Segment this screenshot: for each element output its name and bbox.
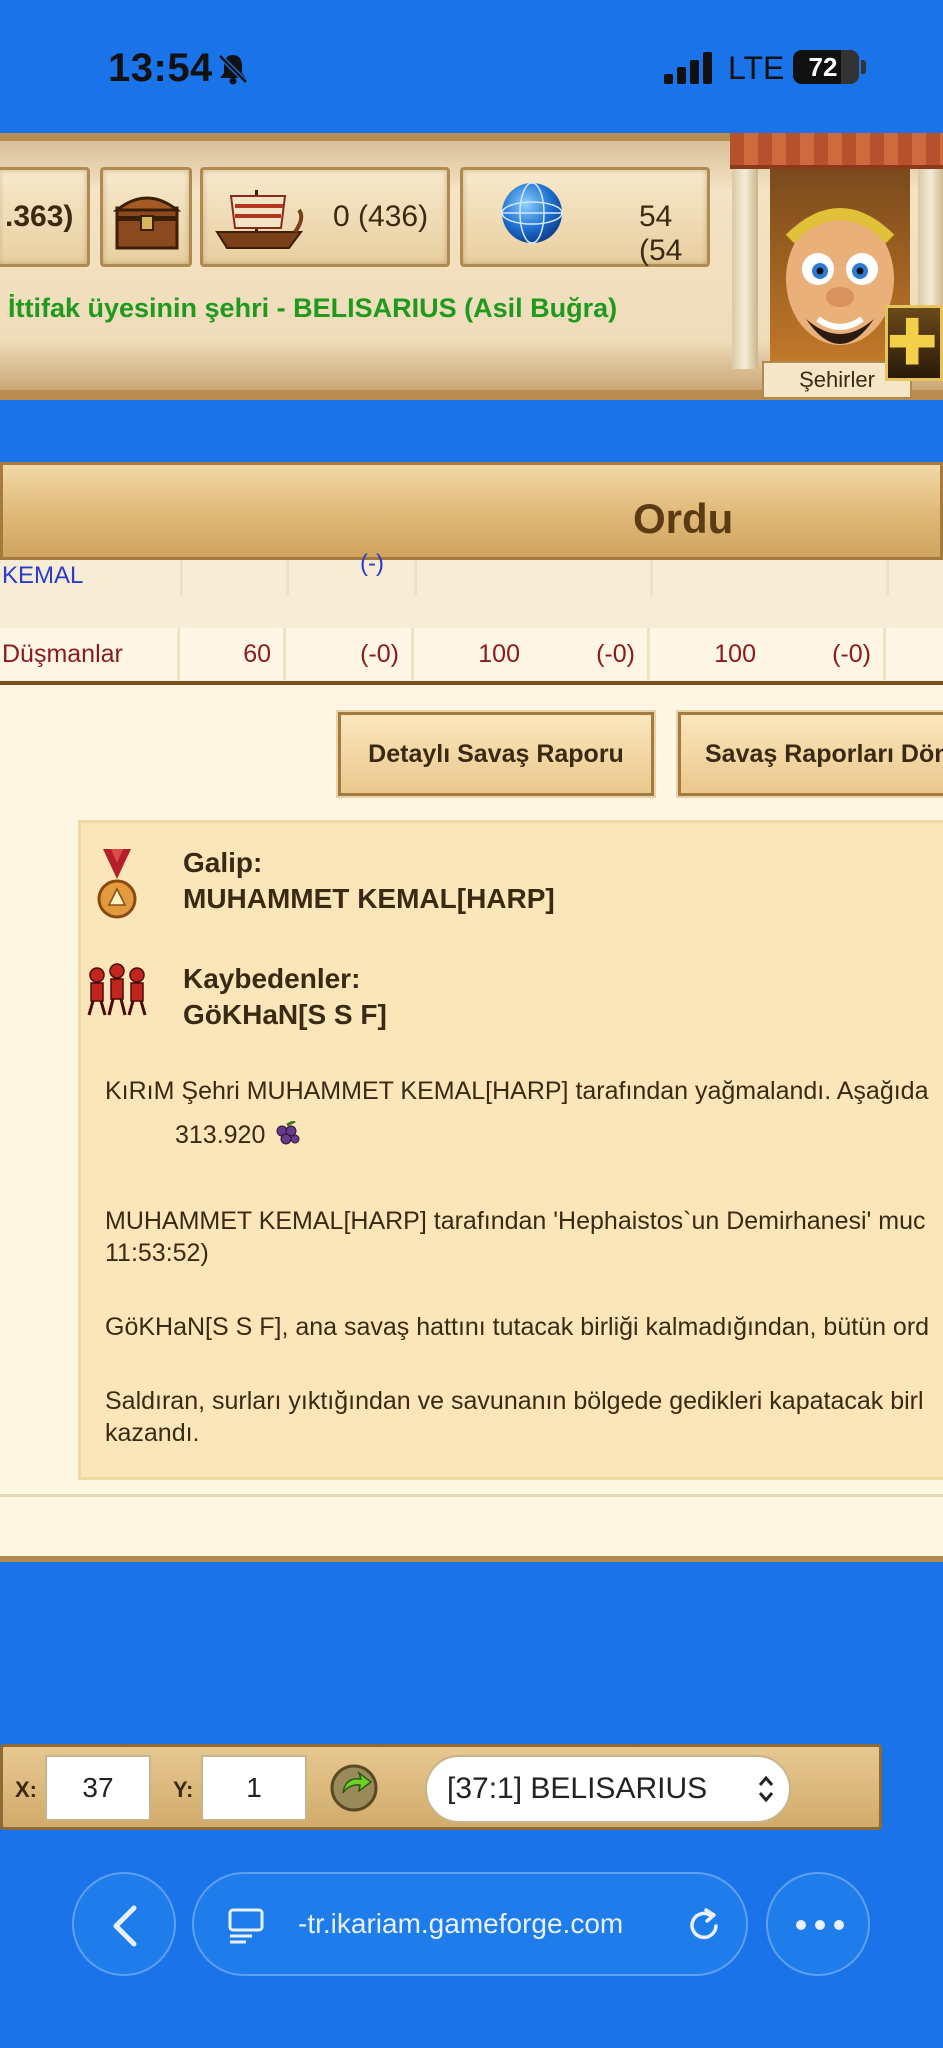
detailed-report-button[interactable]: Detaylı Savaş Raporu — [336, 710, 656, 798]
network-type: LTE — [728, 50, 785, 86]
row-label: Düşmanlar — [0, 628, 180, 680]
army-window: Ordu KEMAL (-) Düşmanlar 60 (-0) 100 (-0… — [0, 462, 943, 1562]
plus-icon[interactable] — [885, 305, 943, 381]
status-bar: 13:54 LTE 72 — [0, 0, 943, 133]
select-arrows-icon — [758, 1775, 774, 1803]
battery-level: 72 — [808, 52, 838, 82]
losers-label: Kaybedenler: — [183, 963, 361, 994]
globe-icon — [501, 182, 563, 244]
chest-icon — [113, 196, 181, 250]
window-title: Ordu — [633, 495, 734, 542]
status-time: 13:54 — [108, 46, 213, 90]
more-icon — [796, 1920, 844, 1930]
more-button[interactable] — [766, 1872, 870, 1976]
window-footer — [0, 1494, 943, 1552]
wall-text: Saldıran, surları yıktığından ve savunan… — [105, 1387, 924, 1415]
resource-amount: .363) — [5, 200, 74, 233]
citizens-amount: 54 (54 — [639, 200, 683, 267]
selected-city: [37:1] BELISARIUS — [447, 1772, 708, 1805]
citizens-box[interactable]: 54 (54 — [460, 167, 710, 267]
treasure-box[interactable] — [100, 167, 192, 267]
y-coordinate-input[interactable] — [201, 1755, 307, 1821]
loser-name[interactable]: GöKHaN[S S F] — [183, 999, 387, 1031]
soldiers-icon — [87, 963, 147, 1016]
medal-icon — [97, 849, 137, 919]
reload-icon[interactable] — [684, 1906, 724, 1946]
grape-icon — [276, 1121, 300, 1145]
city-status-text: İttifak üyesinin şehri - BELISARIUS (Asi… — [8, 293, 618, 323]
table-row: KEMAL (-) — [0, 550, 943, 596]
plunder-amount: 313.920 — [175, 1121, 266, 1149]
table-cell: (-0) — [286, 628, 414, 680]
wall-text-end: kazandı. — [105, 1419, 200, 1447]
winner-name[interactable]: MUHAMMET KEMAL[HARP] — [183, 883, 555, 915]
x-label: X: — [15, 1777, 37, 1802]
table-cell: 100 — [414, 628, 532, 680]
back-to-reports-button[interactable]: Savaş Raporları Dön — [676, 710, 943, 798]
browser-toolbar: -tr.ikariam.gameforge.com — [0, 1836, 943, 2048]
site-info-icon[interactable] — [226, 1906, 266, 1946]
army-table: KEMAL (-) Düşmanlar 60 (-0) 100 (-0) 100… — [0, 550, 943, 685]
window-title-bar: Ordu — [0, 462, 943, 560]
winner-label: Galip: — [183, 847, 263, 878]
ghost-loss: (-) — [360, 550, 384, 577]
ship-icon — [215, 190, 304, 249]
y-label: Y: — [173, 1777, 194, 1802]
wonder-time: 11:53:52) — [105, 1239, 209, 1267]
resource-box-partial[interactable]: .363) — [0, 167, 90, 267]
ships-box[interactable]: 0 (436) — [200, 167, 450, 267]
table-cell: (-0) — [532, 628, 650, 680]
go-icon[interactable] — [329, 1763, 379, 1813]
ships-amount: 0 (436) — [333, 200, 429, 233]
address-bar[interactable]: -tr.ikariam.gameforge.com — [192, 1872, 748, 1976]
table-cell: (-0) — [768, 628, 886, 680]
chevron-left-icon — [113, 1905, 137, 1947]
battle-report: Galip: MUHAMMET KEMAL[HARP] Kaybedenler:… — [78, 820, 943, 1480]
url-text: -tr.ikariam.gameforge.com — [298, 1908, 624, 1939]
battery-icon: 72 — [793, 50, 859, 84]
table-row-enemies: Düşmanlar 60 (-0) 100 (-0) 100 (-0) — [0, 628, 943, 680]
x-coordinate-input[interactable] — [45, 1755, 151, 1821]
bell-slash-icon — [218, 54, 248, 85]
signal-icon — [664, 52, 714, 84]
plunder-text: KıRıM Şehri MUHAMMET KEMAL[HARP] tarafın… — [105, 1077, 929, 1105]
ally-name[interactable]: KEMAL — [2, 562, 83, 590]
battle-line-text: GöKHaN[S S F], ana savaş hattını tutacak… — [105, 1313, 930, 1341]
coordinate-bar: X: Y: [37:1] BELISARIUS — [0, 1744, 882, 1830]
table-cell: 60 — [180, 628, 286, 680]
wonder-text: MUHAMMET KEMAL[HARP] tarafından 'Hephais… — [105, 1207, 926, 1235]
table-cell: 100 — [650, 628, 768, 680]
city-select[interactable]: [37:1] BELISARIUS — [425, 1755, 791, 1823]
back-button[interactable] — [72, 1872, 176, 1976]
